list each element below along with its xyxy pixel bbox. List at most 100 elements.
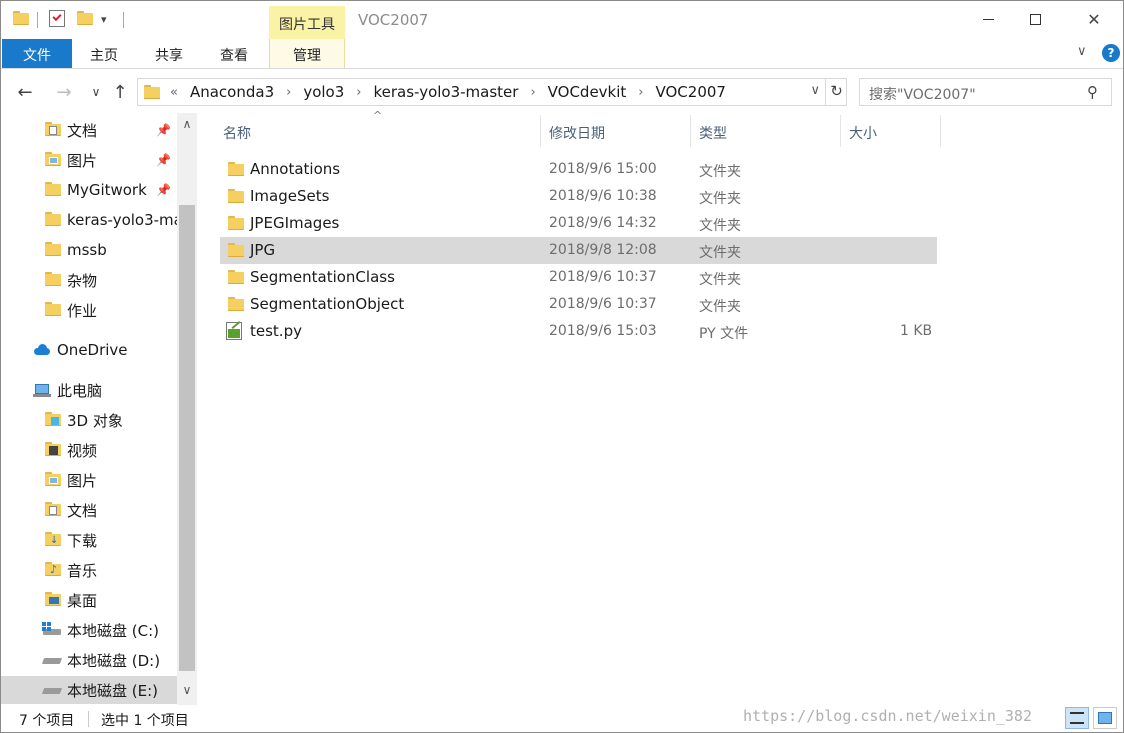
customize-quick-access-icon[interactable]: ▾ — [101, 13, 107, 26]
breadcrumb-anaconda3[interactable]: Anaconda3 — [190, 83, 274, 101]
breadcrumb-yolo3[interactable]: yolo3 — [303, 83, 344, 101]
file-row-imagesets[interactable]: ImageSets 2018/9/6 10:38 文件夹 — [220, 183, 937, 210]
tab-file[interactable]: 文件 — [2, 39, 72, 68]
large-icons-view-button[interactable] — [1093, 707, 1117, 729]
file-row-segmentationobject[interactable]: SegmentationObject 2018/9/6 10:37 文件夹 — [220, 291, 937, 318]
sidebar-item-downloads[interactable]: ↓ 下载 — [1, 526, 177, 554]
sidebar-item-keras-yolo3[interactable]: keras-yolo3-ma — [1, 206, 177, 234]
details-view-icon — [1070, 712, 1084, 724]
sidebar-item-drive-e[interactable]: 本地磁盘 (E:) — [1, 676, 177, 704]
sidebar-item-mssb[interactable]: mssb — [1, 236, 177, 264]
pin-icon[interactable]: 📌 — [156, 183, 171, 197]
folder-icon — [144, 85, 160, 99]
file-size: 1 KB — [900, 323, 933, 339]
scrollbar-thumb[interactable] — [179, 205, 195, 671]
sidebar-item-3d-objects[interactable]: 3D 对象 — [1, 406, 177, 434]
divider — [88, 711, 89, 727]
arrow-right-icon: → — [56, 81, 72, 103]
forward-button[interactable]: → — [51, 79, 77, 105]
up-button[interactable]: ↑ — [107, 79, 133, 105]
file-row-annotations[interactable]: Annotations 2018/9/6 15:00 文件夹 — [220, 156, 937, 183]
drive-icon — [41, 682, 63, 698]
chevron-right-icon[interactable]: › — [638, 85, 643, 100]
tab-manage[interactable]: 管理 — [269, 39, 345, 68]
refresh-icon: ↻ — [830, 82, 843, 100]
maximize-button[interactable] — [1012, 1, 1058, 37]
chevron-right-icon[interactable]: › — [356, 85, 361, 100]
file-date: 2018/9/6 14:32 — [549, 215, 657, 231]
sidebar-item-desktop[interactable]: 桌面 — [1, 586, 177, 614]
file-row-jpegimages[interactable]: JPEGImages 2018/9/6 14:32 文件夹 — [220, 210, 937, 237]
scroll-down-icon[interactable]: ∨ — [177, 683, 197, 703]
column-header-type[interactable]: 类型 — [695, 115, 841, 147]
pictures-icon — [45, 472, 61, 488]
details-view-button[interactable] — [1065, 707, 1089, 729]
minimize-button[interactable] — [965, 1, 1011, 37]
folder-icon — [45, 302, 61, 318]
chevron-right-icon[interactable]: › — [530, 85, 535, 100]
breadcrumb-vocdevkit[interactable]: VOCdevkit — [548, 83, 627, 101]
arrow-left-icon: ← — [17, 81, 33, 103]
address-dropdown-icon[interactable]: ∨ — [810, 83, 820, 98]
back-button[interactable]: ← — [12, 79, 38, 105]
file-row-segmentationclass[interactable]: SegmentationClass 2018/9/6 10:37 文件夹 — [220, 264, 937, 291]
folder-icon — [45, 272, 61, 288]
tab-view[interactable]: 查看 — [209, 39, 259, 68]
sidebar-item-homework[interactable]: 作业 — [1, 296, 177, 324]
sidebar-item-pictures-pc[interactable]: 图片 — [1, 466, 177, 494]
pin-icon[interactable]: 📌 — [156, 153, 171, 167]
sidebar-item-label: 桌面 — [67, 591, 98, 610]
tab-home[interactable]: 主页 — [79, 39, 129, 68]
scroll-up-icon[interactable]: ∧ — [177, 117, 197, 137]
column-header-size[interactable]: 大小 — [845, 115, 941, 147]
file-date: 2018/9/8 12:08 — [549, 242, 657, 258]
sidebar-scrollbar[interactable]: ∧ ∨ — [177, 113, 197, 705]
sidebar-item-label: OneDrive — [57, 341, 128, 359]
address-bar[interactable]: « Anaconda3 › yolo3 › keras-yolo3-master… — [137, 78, 847, 106]
close-button[interactable]: ✕ — [1071, 1, 1117, 37]
file-row-jpg[interactable]: JPG 2018/9/8 12:08 文件夹 — [220, 237, 937, 264]
column-header-date[interactable]: 修改日期 — [545, 115, 691, 147]
sidebar-item-this-pc[interactable]: 此电脑 — [1, 376, 177, 404]
tab-share[interactable]: 共享 — [144, 39, 194, 68]
refresh-button[interactable]: ↻ — [825, 79, 847, 105]
pin-icon[interactable]: 📌 — [156, 123, 171, 137]
chevron-right-icon[interactable]: › — [286, 85, 291, 100]
picture-tools-label: 图片工具 — [269, 6, 345, 39]
sidebar-item-drive-c[interactable]: 本地磁盘 (C:) — [1, 616, 177, 644]
properties-icon[interactable] — [49, 10, 65, 27]
sidebar-item-mygitwork[interactable]: MyGitwork 📌 — [1, 176, 177, 204]
file-row-test-py[interactable]: test.py 2018/9/6 15:03 PY 文件 1 KB — [220, 318, 937, 345]
file-name: JPG — [250, 241, 276, 259]
breadcrumb-voc2007[interactable]: VOC2007 — [656, 83, 726, 101]
file-date: 2018/9/6 10:37 — [549, 269, 657, 285]
folder-icon — [228, 189, 244, 203]
sidebar-item-music[interactable]: ♪ 音乐 — [1, 556, 177, 584]
divider — [37, 12, 38, 28]
sidebar-item-misc[interactable]: 杂物 — [1, 266, 177, 294]
sidebar-item-onedrive[interactable]: OneDrive — [1, 336, 177, 364]
chevron-down-icon: ∨ — [91, 85, 101, 99]
new-folder-icon[interactable] — [77, 11, 93, 25]
sidebar-item-documents[interactable]: 文档 📌 — [1, 116, 177, 144]
expand-ribbon-icon[interactable]: ∨ — [1077, 44, 1087, 59]
sidebar-item-drive-d[interactable]: 本地磁盘 (D:) — [1, 646, 177, 674]
file-type: 文件夹 — [699, 245, 741, 261]
search-input[interactable]: 搜索"VOC2007" — [859, 78, 1112, 106]
sidebar-item-label: 视频 — [67, 441, 98, 460]
file-name: JPEGImages — [250, 214, 340, 232]
divider — [123, 12, 124, 28]
recent-locations-button[interactable]: ∨ — [83, 79, 109, 105]
column-header-name[interactable]: 名称 — [219, 115, 541, 147]
sidebar-item-pictures[interactable]: 图片 📌 — [1, 146, 177, 174]
sidebar-item-documents-pc[interactable]: 文档 — [1, 496, 177, 524]
sidebar-item-videos[interactable]: 视频 — [1, 436, 177, 464]
breadcrumb-overflow[interactable]: « — [170, 85, 178, 100]
breadcrumb-keras-yolo3-master[interactable]: keras-yolo3-master — [373, 83, 518, 101]
documents-icon — [45, 122, 61, 138]
file-date: 2018/9/6 15:03 — [549, 323, 657, 339]
file-date: 2018/9/6 10:38 — [549, 188, 657, 204]
search-icon[interactable]: ⚲ — [1087, 83, 1098, 101]
help-icon[interactable]: ? — [1102, 44, 1120, 62]
sidebar-item-label: 本地磁盘 (C:) — [67, 621, 159, 640]
